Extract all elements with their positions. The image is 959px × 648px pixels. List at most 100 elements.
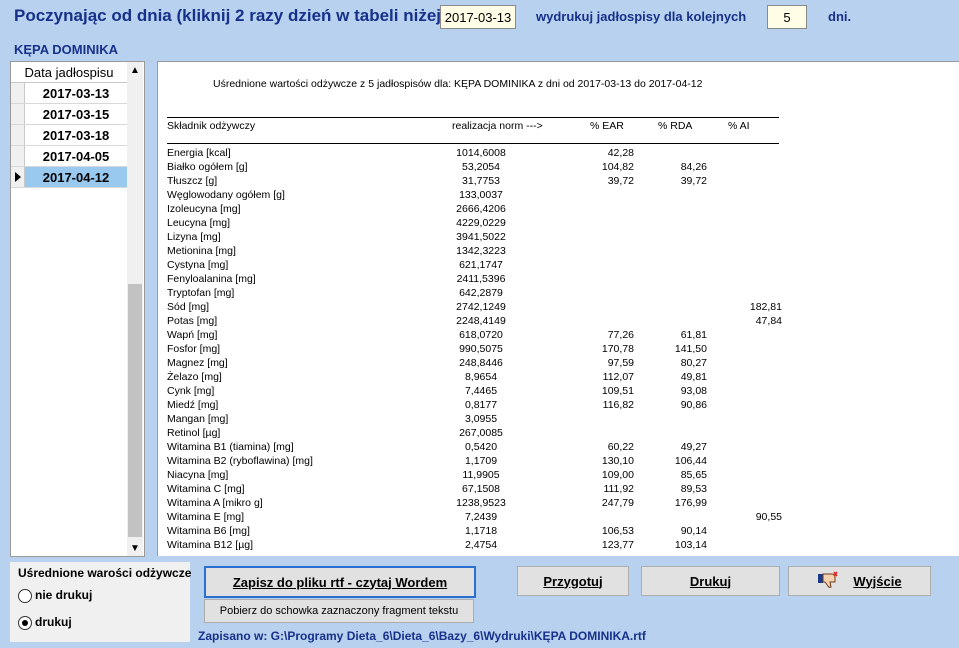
days-unit-label: dni. [828,9,852,24]
nutrient-value: 11,9905 [462,469,500,481]
row-selector[interactable] [11,83,25,103]
date-list-item[interactable]: 2017-03-18 [11,125,127,146]
nutrient-value: 621,1747 [459,259,503,271]
nutrient-value: 990,5075 [459,343,503,355]
days-count-input[interactable]: 5 [767,5,807,29]
date-list-header[interactable]: Data jadłospisu [11,62,127,83]
column-header-ear: % EAR [590,120,624,132]
nutrient-name: Fosfor [mg] [167,343,221,355]
nutrient-value: 133,0037 [459,189,503,201]
exit-button[interactable]: Wyjście [788,566,931,596]
nutrient-value: 4229,0229 [456,217,506,229]
nutrient-rda: 89,53 [680,483,707,495]
nutrient-value: 2411,5396 [456,273,506,285]
nutrient-name: Białko ogółem [g] [167,161,248,173]
column-header-ai: % AI [728,120,750,132]
date-list[interactable]: Data jadłospisu 2017-03-13 2017-03-15 2017… [10,61,145,557]
nutrient-value: 2742,1249 [456,301,506,313]
nutrient-name: Metionina [mg] [167,245,236,257]
radio-selected-dot [22,620,28,626]
radio-no-print[interactable] [18,589,32,603]
nutrient-ear: 116,82 [602,399,634,411]
nutrient-ear: 106,53 [601,525,634,537]
radio-print-label[interactable]: drukuj [35,615,72,629]
scroll-up-icon[interactable]: ▲ [127,62,143,78]
nutrient-ear: 39,72 [607,175,634,187]
nutrient-value: 8,9654 [464,371,498,383]
nutrient-name: Magnez [mg] [167,357,228,369]
radio-print[interactable] [18,616,32,630]
nutrient-ai: 47,84 [755,315,782,327]
nutrient-name: Mangan [mg] [167,413,229,425]
scroll-down-icon[interactable]: ▼ [127,540,143,556]
start-date-input[interactable]: 2017-03-13 [440,5,516,29]
row-selector[interactable] [11,146,25,166]
nutrient-ear: 104,82 [601,161,634,173]
nutrient-rda: 85,65 [680,469,707,481]
nutrient-name: Witamina B6 [mg] [167,525,250,537]
nutrient-ear: 112,07 [602,371,634,383]
row-selector[interactable] [11,167,25,187]
nutrient-name: Sód [mg] [167,301,210,313]
options-title: Uśrednione warości odżywcze [18,566,192,580]
nutrient-ai: 90,55 [755,511,782,523]
nutrient-name: Witamina B2 (ryboflawina) [mg] [167,455,313,467]
divider [167,117,779,118]
radio-no-print-label[interactable]: nie drukuj [35,588,92,602]
nutrient-name: Cynk [mg] [167,385,215,397]
nutrient-rda: 141,50 [674,343,707,355]
nutrient-value: 1,1709 [464,455,498,467]
nutrient-rda: 176,99 [674,497,707,509]
nutrient-name: Leucyna [mg] [167,217,231,229]
divider [167,143,779,144]
nutrient-name: Witamina B1 (tiamina) [mg] [167,441,294,453]
row-selector[interactable] [11,125,25,145]
row-selector[interactable] [11,104,25,124]
date-list-item[interactable]: 2017-03-13 [11,83,127,104]
report-panel[interactable]: Uśrednione wartości odżywcze z 5 jadłosp… [157,61,959,556]
nutrient-name: Lizyna [mg] [167,231,221,243]
nutrient-rda: 90,86 [680,399,707,411]
nutrient-rda: 84,26 [680,161,707,173]
date-list-item[interactable]: 2017-04-05 [11,146,127,167]
date-list-item[interactable]: 2017-03-15 [11,104,127,125]
nutrient-rda: 90,14 [680,525,707,537]
nutrient-value: 642,2879 [459,287,503,299]
nutrient-rda: 49,27 [680,441,707,453]
print-button[interactable]: Drukuj [641,566,780,596]
nutrient-name: Retinol [µg] [167,427,221,439]
prepare-button[interactable]: Przygotuj [517,566,629,596]
nutrient-name: Niacyna [mg] [167,469,229,481]
date-list-item-label: 2017-03-15 [42,106,110,122]
copy-fragment-button[interactable]: Pobierz do schowka zaznaczony fragment t… [204,599,474,623]
date-list-item-label: 2017-03-18 [42,127,110,143]
print-label: Drukuj [689,573,732,589]
date-list-item[interactable]: 2017-04-12 [11,167,127,188]
nutrient-name: Witamina A [mikro g] [167,497,263,509]
nutrient-ai: 182,81 [749,301,782,313]
nutrient-ear: 170,78 [601,343,634,355]
nutrient-value: 7,2439 [464,511,498,523]
nutrient-ear: 123,77 [601,539,634,551]
thumbs-down-icon [817,571,839,592]
save-rtf-button[interactable]: Zapisz do pliku rtf - czytaj Wordem [204,566,476,598]
header-title: Poczynając od dnia (kliknij 2 razy dzień… [14,6,453,25]
nutrient-name: Żelazo [mg] [167,371,222,383]
nutrient-ear: 247,79 [601,497,634,509]
nutrient-value: 1,1718 [464,525,498,537]
nutrient-ear: 97,59 [607,357,634,369]
nutrient-value: 1238,9523 [456,497,506,509]
nutrient-name: Witamina B12 [µg] [167,539,253,551]
exit-label: Wyjście [853,573,902,589]
date-list-item-label: 2017-03-13 [42,85,110,101]
nutrient-name: Fenyloalanina [mg] [167,273,256,285]
scrollbar-thumb[interactable] [128,284,142,537]
date-list-scrollbar[interactable]: ▲ ▼ [127,62,143,556]
report-heading: Uśrednione wartości odżywcze z 5 jadłosp… [213,78,703,90]
nutrient-value: 267,0085 [459,427,503,439]
nutrient-rda: 80,27 [680,357,707,369]
nutrient-name: Miedź [mg] [167,399,219,411]
column-header-rda: % RDA [658,120,693,132]
nutrient-rda: 49,81 [680,371,707,383]
nutrient-rda: 61,81 [680,329,707,341]
